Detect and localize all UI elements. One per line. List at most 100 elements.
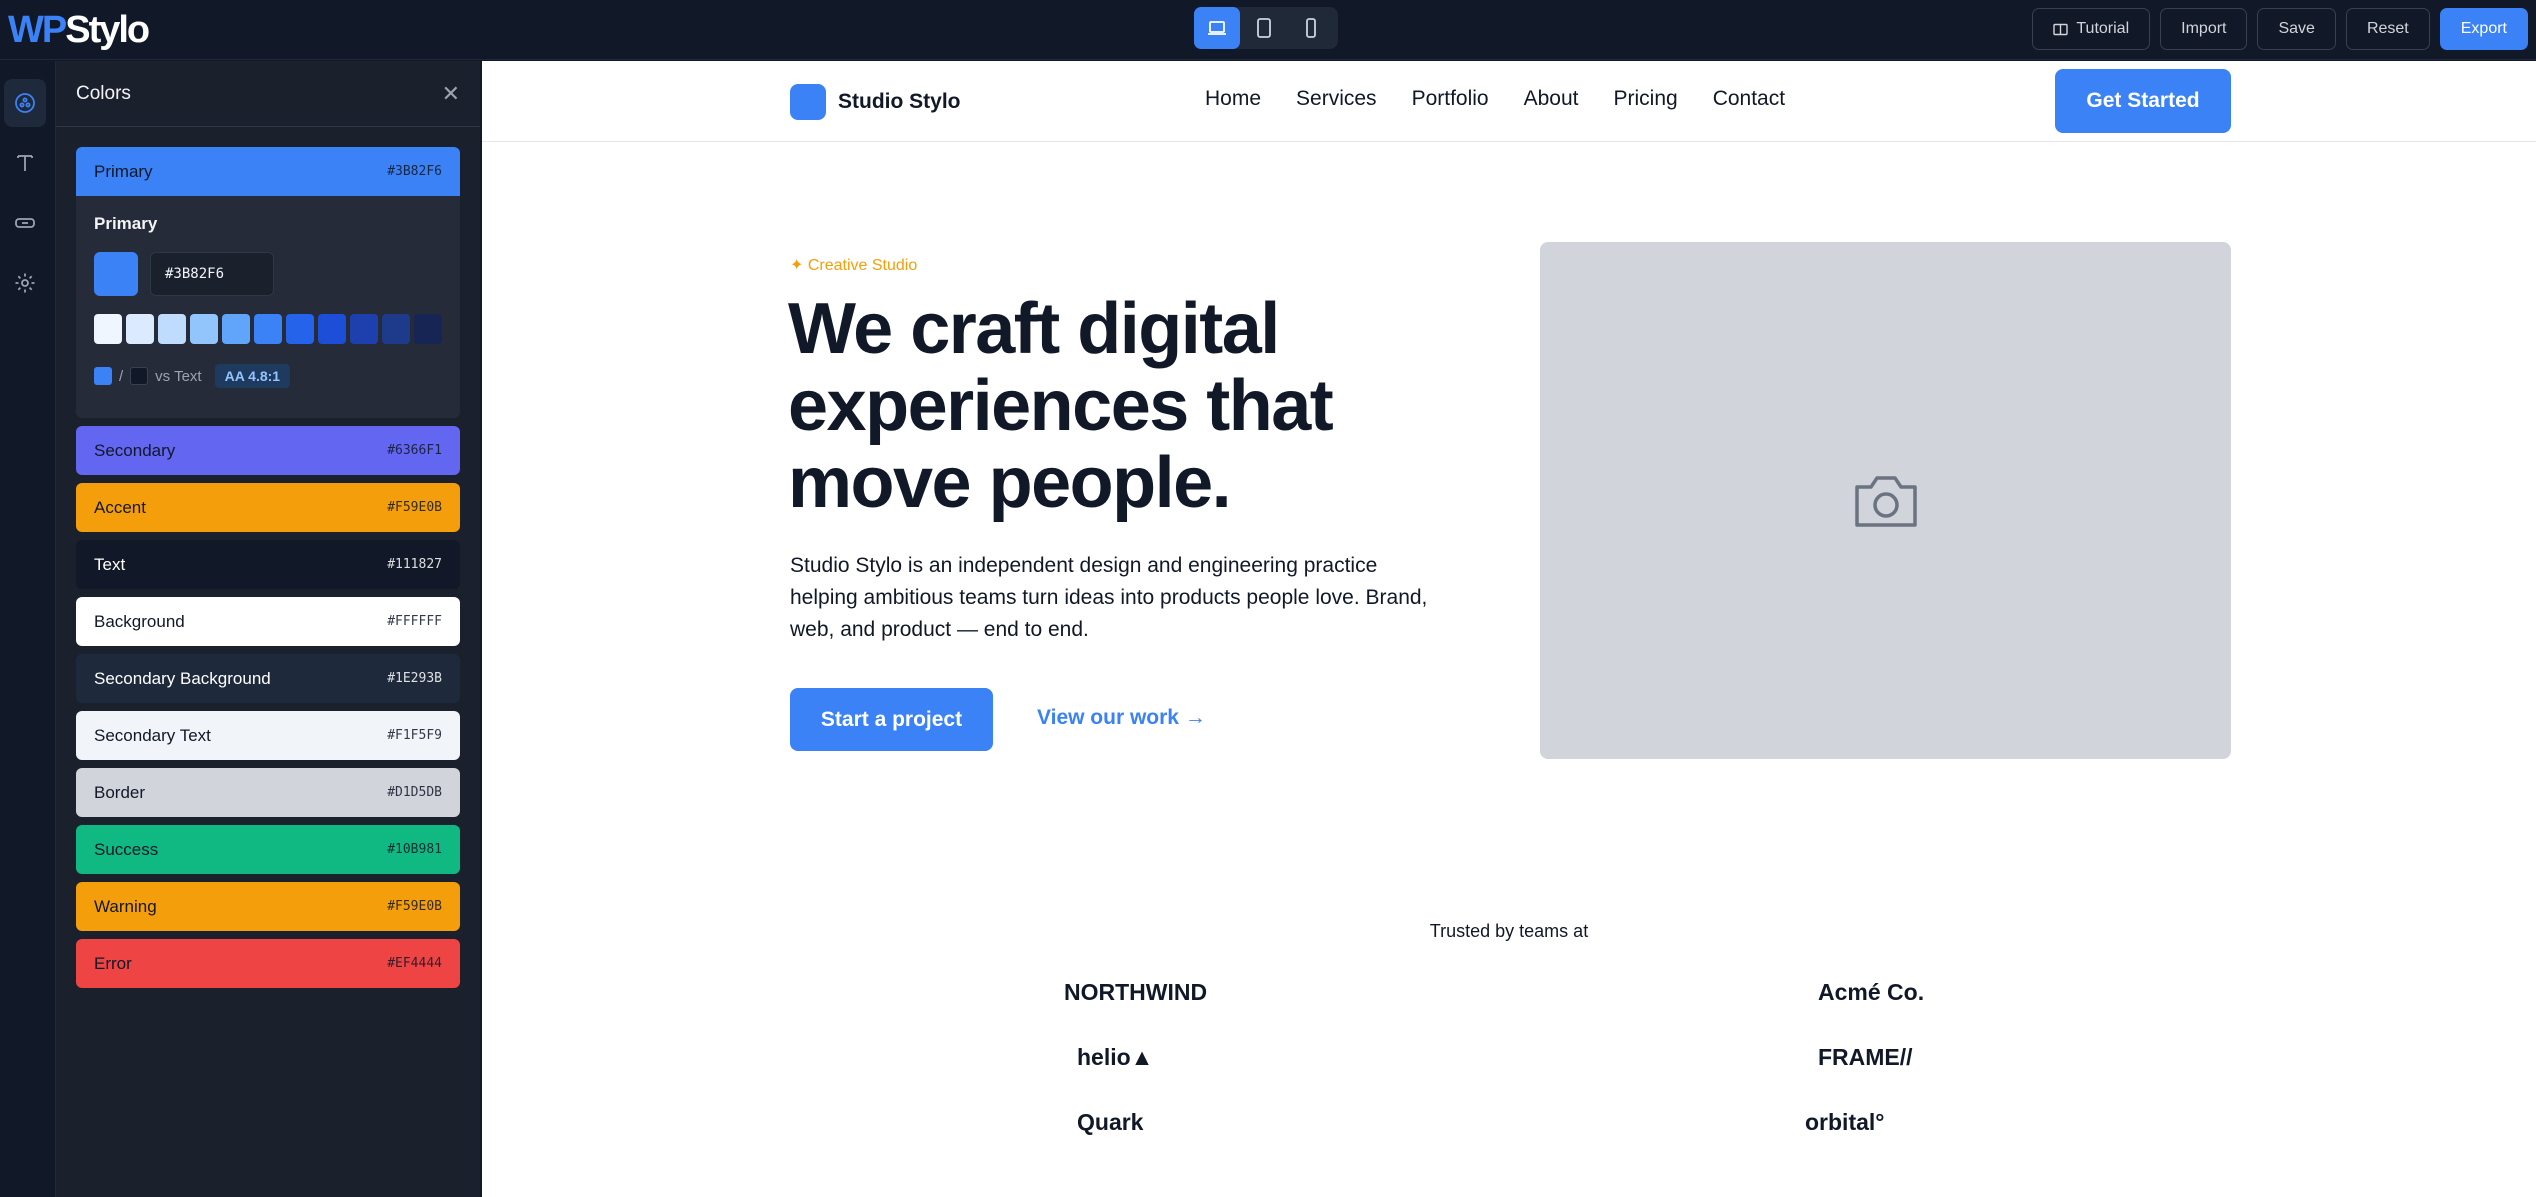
colors-panel: Colors ✕ Primary #3B82F6 Primary #3B82F6…: [56, 61, 481, 1197]
color-label: Secondary Text: [94, 725, 211, 745]
camera-icon: [1854, 475, 1917, 527]
client-logo: helio▲: [1077, 1044, 1154, 1070]
mobile-view-button[interactable]: [1288, 7, 1334, 49]
view-work-link[interactable]: View our work →: [1037, 706, 1206, 730]
nav-link-contact[interactable]: Contact: [1713, 87, 1785, 111]
color-label: Background: [94, 611, 185, 631]
tablet-icon: [1257, 18, 1271, 38]
color-row-error[interactable]: Error #EF4444: [76, 939, 460, 988]
color-label: Text: [94, 554, 126, 574]
client-logo: NORTHWIND: [1064, 979, 1208, 1005]
preview-canvas: Studio Stylo Home Services Portfolio Abo…: [482, 61, 2536, 1197]
color-label: Accent: [94, 497, 146, 517]
top-actions: Tutorial Import Save Reset Export: [2032, 8, 2528, 50]
logo-stylo: Stylo: [65, 8, 150, 51]
client-logo: FRAME//: [1818, 1044, 1913, 1070]
color-row-success[interactable]: Success #10B981: [76, 825, 460, 874]
color-row-warning[interactable]: Warning #F59E0B: [76, 882, 460, 931]
color-row-secondary-background[interactable]: Secondary Background #1E293B: [76, 654, 460, 703]
import-label: Import: [2181, 20, 2227, 37]
button-icon: [15, 218, 35, 228]
editor-input-row: #3B82F6: [94, 252, 442, 296]
nav-link-about[interactable]: About: [1524, 87, 1579, 111]
color-row-background[interactable]: Background #FFFFFF: [76, 597, 460, 646]
color-row-accent[interactable]: Accent #F59E0B: [76, 483, 460, 532]
color-hex: #F1F5F9: [387, 728, 442, 743]
color-row-primary[interactable]: Primary #3B82F6: [76, 147, 460, 196]
nav-link-home[interactable]: Home: [1205, 87, 1261, 111]
color-hex: #F59E0B: [387, 500, 442, 515]
client-logo: Acmé Co.: [1818, 979, 1925, 1005]
rail-item-colors[interactable]: [4, 79, 46, 127]
tutorial-button[interactable]: Tutorial: [2032, 8, 2151, 50]
hero-eyebrow: ✦ Creative Studio: [790, 257, 918, 274]
export-button[interactable]: Export: [2439, 8, 2528, 50]
shade-palette: [94, 314, 442, 344]
save-button[interactable]: Save: [2257, 8, 2336, 50]
color-row-text[interactable]: Text #111827: [76, 540, 460, 589]
site-nav-links: Home Services Portfolio About Pricing Co…: [1205, 87, 1785, 111]
rail-item-buttons[interactable]: [4, 199, 46, 247]
site-brand[interactable]: Studio Stylo: [790, 84, 961, 120]
typography-icon: [17, 155, 33, 171]
nav-link-portfolio[interactable]: Portfolio: [1412, 87, 1489, 111]
export-label: Export: [2460, 20, 2507, 37]
palette-icon: [15, 93, 35, 113]
book-icon: [2053, 23, 2069, 35]
top-bar: WP Stylo Tutorial Import Save Reset Expor…: [0, 0, 2536, 60]
color-hex: #10B981: [387, 842, 442, 857]
color-row-secondary[interactable]: Secondary #6366F1: [76, 426, 460, 475]
color-row-secondary-text[interactable]: Secondary Text #F1F5F9: [76, 711, 460, 760]
color-hex: #EF4444: [387, 956, 442, 971]
shade-swatch[interactable]: [318, 314, 346, 344]
app-logo: WP Stylo: [8, 8, 150, 52]
shade-swatch[interactable]: [222, 314, 250, 344]
color-label: Primary: [94, 161, 153, 181]
panel-header: Colors ✕: [56, 61, 480, 127]
shade-swatch[interactable]: [190, 314, 218, 344]
color-picker-swatch[interactable]: [94, 252, 138, 296]
shade-swatch[interactable]: [158, 314, 186, 344]
shade-swatch[interactable]: [350, 314, 378, 344]
contrast-badge: AA 4.8:1: [214, 364, 291, 388]
tutorial-label: Tutorial: [2076, 20, 2130, 37]
nav-link-services[interactable]: Services: [1296, 87, 1377, 111]
rail-item-settings[interactable]: [4, 259, 46, 307]
contrast-primary-chip: [94, 367, 112, 385]
rail-item-typography[interactable]: [4, 139, 46, 187]
tablet-view-button[interactable]: [1241, 7, 1287, 49]
trusted-label: Trusted by teams at: [1429, 921, 1589, 941]
panel-title: Colors: [76, 82, 131, 104]
shade-swatch[interactable]: [254, 314, 282, 344]
tool-rail: [0, 61, 56, 1197]
import-button[interactable]: Import: [2160, 8, 2248, 50]
contrast-separator: /: [119, 367, 124, 385]
hex-input[interactable]: #3B82F6: [150, 252, 274, 296]
reset-button[interactable]: Reset: [2345, 8, 2430, 50]
get-started-button[interactable]: Get Started: [2055, 69, 2231, 133]
desktop-view-button[interactable]: [1194, 7, 1240, 49]
editor-title: Primary: [94, 214, 158, 233]
shade-swatch[interactable]: [382, 314, 410, 344]
client-logo: orbital°: [1805, 1109, 1885, 1135]
shade-swatch[interactable]: [414, 314, 442, 344]
shade-swatch[interactable]: [126, 314, 154, 344]
shade-swatch[interactable]: [286, 314, 314, 344]
color-editor: Primary #3B82F6 / vs Text AA 4.8:1: [76, 196, 460, 418]
shade-swatch[interactable]: [94, 314, 122, 344]
color-row-border[interactable]: Border #D1D5DB: [76, 768, 460, 817]
contrast-row: / vs Text AA 4.8:1: [94, 364, 442, 388]
brand-name: Studio Stylo: [838, 90, 961, 113]
start-project-button[interactable]: Start a project: [790, 688, 993, 751]
color-hex: #6366F1: [387, 443, 442, 458]
color-hex: #3B82F6: [387, 164, 442, 179]
contrast-text-chip: [130, 367, 149, 385]
brand-mark: [790, 84, 826, 120]
gear-icon: [15, 273, 35, 293]
color-hex: #111827: [387, 557, 442, 572]
nav-link-pricing[interactable]: Pricing: [1614, 87, 1678, 111]
color-label: Success: [94, 839, 159, 859]
hero-body: Studio Stylo is an independent design an…: [790, 554, 1428, 641]
close-icon[interactable]: ✕: [442, 81, 460, 107]
site-navbar: Studio Stylo Home Services Portfolio Abo…: [482, 61, 2536, 142]
